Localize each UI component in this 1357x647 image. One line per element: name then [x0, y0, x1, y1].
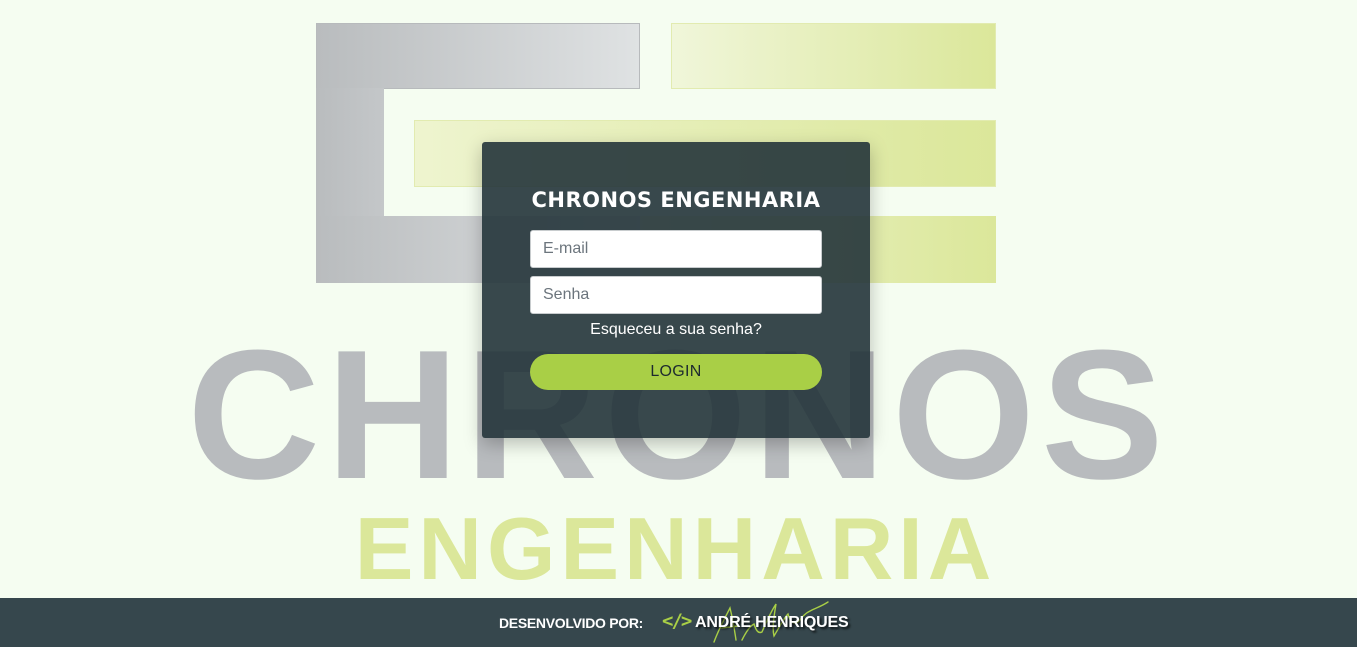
developer-name: ANDRÉ HENRIQUES [695, 614, 849, 631]
login-title: CHRONOS ENGENHARIA [531, 188, 821, 212]
code-icon: </> [662, 610, 692, 632]
developed-by-label: DESENVOLVIDO POR: [499, 615, 643, 631]
password-input[interactable] [530, 276, 822, 314]
login-button[interactable]: LOGIN [530, 354, 822, 390]
logo-e-top-bar [671, 23, 996, 89]
login-form: CHRONOS ENGENHARIA Esqueceu a sua senha?… [482, 142, 870, 438]
forgot-password-link[interactable]: Esqueceu a sua senha? [482, 321, 870, 339]
footer: DESENVOLVIDO POR: </> ANDRÉ HENRIQUES [0, 598, 1357, 647]
logo-c-top-bar [316, 23, 640, 89]
email-input[interactable] [530, 230, 822, 268]
login-page: CHRONOS ENGENHARIA CHRONOS ENGENHARIA Es… [0, 0, 1357, 647]
logo-wordmark-engenharia: ENGENHARIA [354, 499, 997, 598]
developer-link[interactable]: </> ANDRÉ HENRIQUES [662, 598, 862, 647]
